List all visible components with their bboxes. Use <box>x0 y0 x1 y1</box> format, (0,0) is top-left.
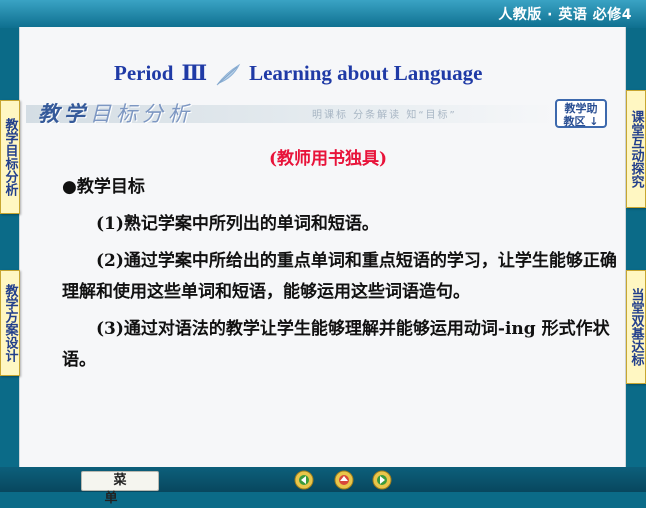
slide-content: Period Ⅲ Learning about Language 教学目标分析 明课… <box>19 27 626 467</box>
teaching-aid-label-1: 教学助 <box>564 102 598 115</box>
tab-teaching-objectives[interactable]: 教学目标分析 <box>0 100 20 214</box>
teacher-note: (教师用书独具) <box>269 149 388 169</box>
menu-button[interactable]: 菜单 <box>81 471 159 506</box>
tab-classroom-interaction[interactable]: 课堂互动探究 <box>626 90 646 208</box>
period-title: Period Ⅲ Learning about Language <box>114 60 482 87</box>
objective-item: (1)熟记学案中所列出的单词和短语。 <box>96 214 379 234</box>
bottom-bar: 菜单 <box>0 467 646 506</box>
home-icon[interactable] <box>334 470 354 490</box>
book-title: 人教版 · 英语 必修4 <box>498 7 632 23</box>
feather-icon <box>216 63 241 86</box>
tab-basic-practice[interactable]: 当堂双基达标 <box>626 270 646 384</box>
objective-item: (3)通过对语法的教学让学生能够理解并能够运用动词-ing 形式作状语。 <box>62 319 610 370</box>
section-title-light: 目标分析 <box>90 102 194 126</box>
tab-teaching-plan[interactable]: 教学方案设计 <box>0 270 20 376</box>
objectives-heading: ●教学目标 <box>62 177 145 197</box>
section-title: 教学目标分析 <box>38 98 194 128</box>
period-prefix: Period <box>114 61 174 85</box>
section-header: 教学目标分析 明课标 分条解读 知“目标” 教学助 教区 ↓ <box>26 97 619 131</box>
objectives-body: ●教学目标 (1)熟记学案中所列出的单词和短语。 (2)通过学案中所给出的重点单… <box>62 172 620 382</box>
next-icon[interactable] <box>372 470 392 490</box>
section-motto: 明课标 分条解读 知“目标” <box>312 110 457 121</box>
previous-icon[interactable] <box>294 470 314 490</box>
section-title-strong: 教学 <box>38 101 90 126</box>
teaching-aid-button[interactable]: 教学助 教区 ↓ <box>555 99 607 128</box>
objective-item: (2)通过学案中所给出的重点单词和重点短语的学习，让学生能够正确理解和使用这些单… <box>62 251 617 302</box>
period-topic: Learning about Language <box>249 61 483 85</box>
top-bar: 人教版 · 英语 必修4 <box>0 0 646 28</box>
period-number: Ⅲ <box>181 61 208 85</box>
teaching-aid-label-2: 教区 ↓ <box>563 115 599 128</box>
